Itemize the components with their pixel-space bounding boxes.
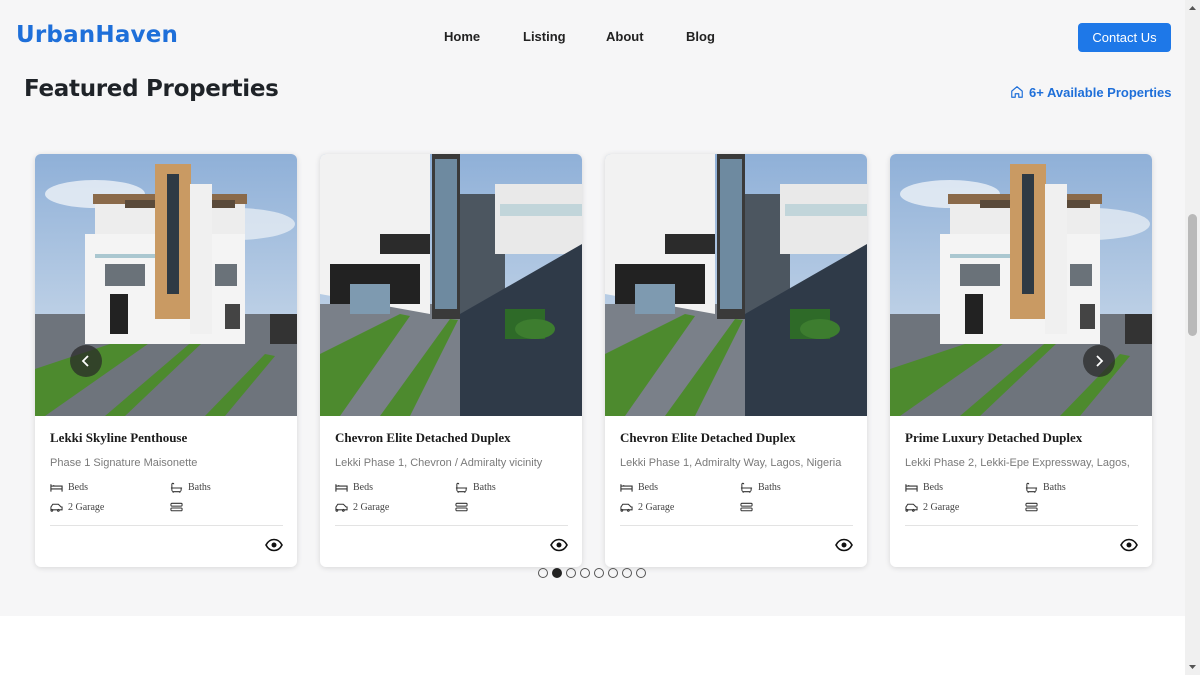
bed-icon <box>905 484 918 492</box>
carousel-prev-button[interactable] <box>70 345 102 377</box>
scroll-up-icon[interactable] <box>1188 4 1197 12</box>
extra-info <box>455 502 468 513</box>
baths-label: Baths <box>188 482 211 493</box>
beds-label: Beds <box>68 482 88 493</box>
property-title[interactable]: Lekki Skyline Penthouse <box>50 430 187 446</box>
property-title[interactable]: Chevron Elite Detached Duplex <box>335 430 511 446</box>
home-icon <box>1011 86 1023 98</box>
garage-info: 2 Garage <box>620 502 674 513</box>
layers-icon <box>455 502 468 512</box>
available-properties-label: 6+ Available Properties <box>1029 84 1172 100</box>
beds-label: Beds <box>638 482 658 493</box>
available-properties-link[interactable]: 6+ Available Properties <box>1010 83 1171 101</box>
nav-blog[interactable]: Blog <box>686 29 715 44</box>
layers-icon <box>740 502 753 512</box>
carousel-dot[interactable] <box>594 568 604 578</box>
baths-info: Baths <box>170 482 211 493</box>
property-image[interactable] <box>605 154 867 416</box>
beds-info: Beds <box>620 482 658 493</box>
garage-label: 2 Garage <box>923 502 960 513</box>
property-image[interactable] <box>890 154 1152 416</box>
scroll-thumb[interactable] <box>1188 214 1197 336</box>
extra-info <box>170 502 183 513</box>
main-nav: Home Listing About Blog <box>0 29 1185 49</box>
garage-info: 2 Garage <box>50 502 104 513</box>
beds-info: Beds <box>905 482 943 493</box>
carousel-next-button[interactable] <box>1083 345 1115 377</box>
property-card[interactable]: Chevron Elite Detached Duplex Lekki Phas… <box>605 154 867 567</box>
scrollbar[interactable] <box>1185 0 1200 675</box>
card-divider <box>50 525 283 526</box>
car-icon <box>50 503 63 512</box>
baths-info: Baths <box>740 482 781 493</box>
layers-icon <box>1025 502 1038 512</box>
property-location: Lekki Phase 2, Lekki-Epe Expressway, Lag… <box>905 457 1130 469</box>
garage-label: 2 Garage <box>638 502 675 513</box>
card-divider <box>905 525 1138 526</box>
carousel-dot[interactable] <box>538 568 548 578</box>
eye-icon[interactable] <box>550 538 568 552</box>
bed-icon <box>50 484 63 492</box>
layers-icon <box>170 502 183 512</box>
featured-section: UrbanHaven Home Listing About Blog Conta… <box>0 0 1185 616</box>
baths-label: Baths <box>473 482 496 493</box>
chevron-right-icon <box>1096 355 1104 367</box>
baths-info: Baths <box>1025 482 1066 493</box>
property-title[interactable]: Chevron Elite Detached Duplex <box>620 430 796 446</box>
garage-info: 2 Garage <box>905 502 959 513</box>
car-icon <box>620 503 633 512</box>
car-icon <box>335 503 348 512</box>
bath-icon <box>455 482 468 493</box>
property-card[interactable]: Chevron Elite Detached Duplex Lekki Phas… <box>320 154 582 567</box>
scroll-down-icon[interactable] <box>1188 663 1197 671</box>
page: UrbanHaven Home Listing About Blog Conta… <box>0 0 1185 675</box>
baths-info: Baths <box>455 482 496 493</box>
carousel-dot[interactable] <box>608 568 618 578</box>
carousel-dot[interactable] <box>566 568 576 578</box>
property-location: Phase 1 Signature Maisonette <box>50 457 198 469</box>
bath-icon <box>740 482 753 493</box>
card-divider <box>620 525 853 526</box>
beds-info: Beds <box>335 482 373 493</box>
property-image[interactable] <box>320 154 582 416</box>
chevron-left-icon <box>81 355 89 367</box>
property-location: Lekki Phase 1, Admiralty Way, Lagos, Nig… <box>620 457 842 469</box>
carousel-dot[interactable] <box>580 568 590 578</box>
beds-label: Beds <box>353 482 373 493</box>
carousel-dot[interactable] <box>636 568 646 578</box>
eye-icon[interactable] <box>265 538 283 552</box>
garage-label: 2 Garage <box>353 502 390 513</box>
bath-icon <box>1025 482 1038 493</box>
carousel-dot[interactable] <box>622 568 632 578</box>
carousel-dots <box>538 568 646 578</box>
section-title: Featured Properties <box>24 76 279 102</box>
extra-info <box>740 502 753 513</box>
bed-icon <box>335 484 348 492</box>
bath-icon <box>170 482 183 493</box>
beds-label: Beds <box>923 482 943 493</box>
property-location: Lekki Phase 1, Chevron / Admiralty vicin… <box>335 457 543 469</box>
eye-icon[interactable] <box>1120 538 1138 552</box>
garage-label: 2 Garage <box>68 502 105 513</box>
card-divider <box>335 525 568 526</box>
extra-info <box>1025 502 1038 513</box>
eye-icon[interactable] <box>835 538 853 552</box>
bed-icon <box>620 484 633 492</box>
property-title[interactable]: Prime Luxury Detached Duplex <box>905 430 1082 446</box>
baths-label: Baths <box>1043 482 1066 493</box>
garage-info: 2 Garage <box>335 502 389 513</box>
property-image[interactable] <box>35 154 297 416</box>
contact-us-button[interactable]: Contact Us <box>1078 23 1171 52</box>
nav-about[interactable]: About <box>606 29 644 44</box>
baths-label: Baths <box>758 482 781 493</box>
beds-info: Beds <box>50 482 88 493</box>
nav-home[interactable]: Home <box>444 29 480 44</box>
nav-listing[interactable]: Listing <box>523 29 566 44</box>
carousel-dot[interactable] <box>552 568 562 578</box>
car-icon <box>905 503 918 512</box>
